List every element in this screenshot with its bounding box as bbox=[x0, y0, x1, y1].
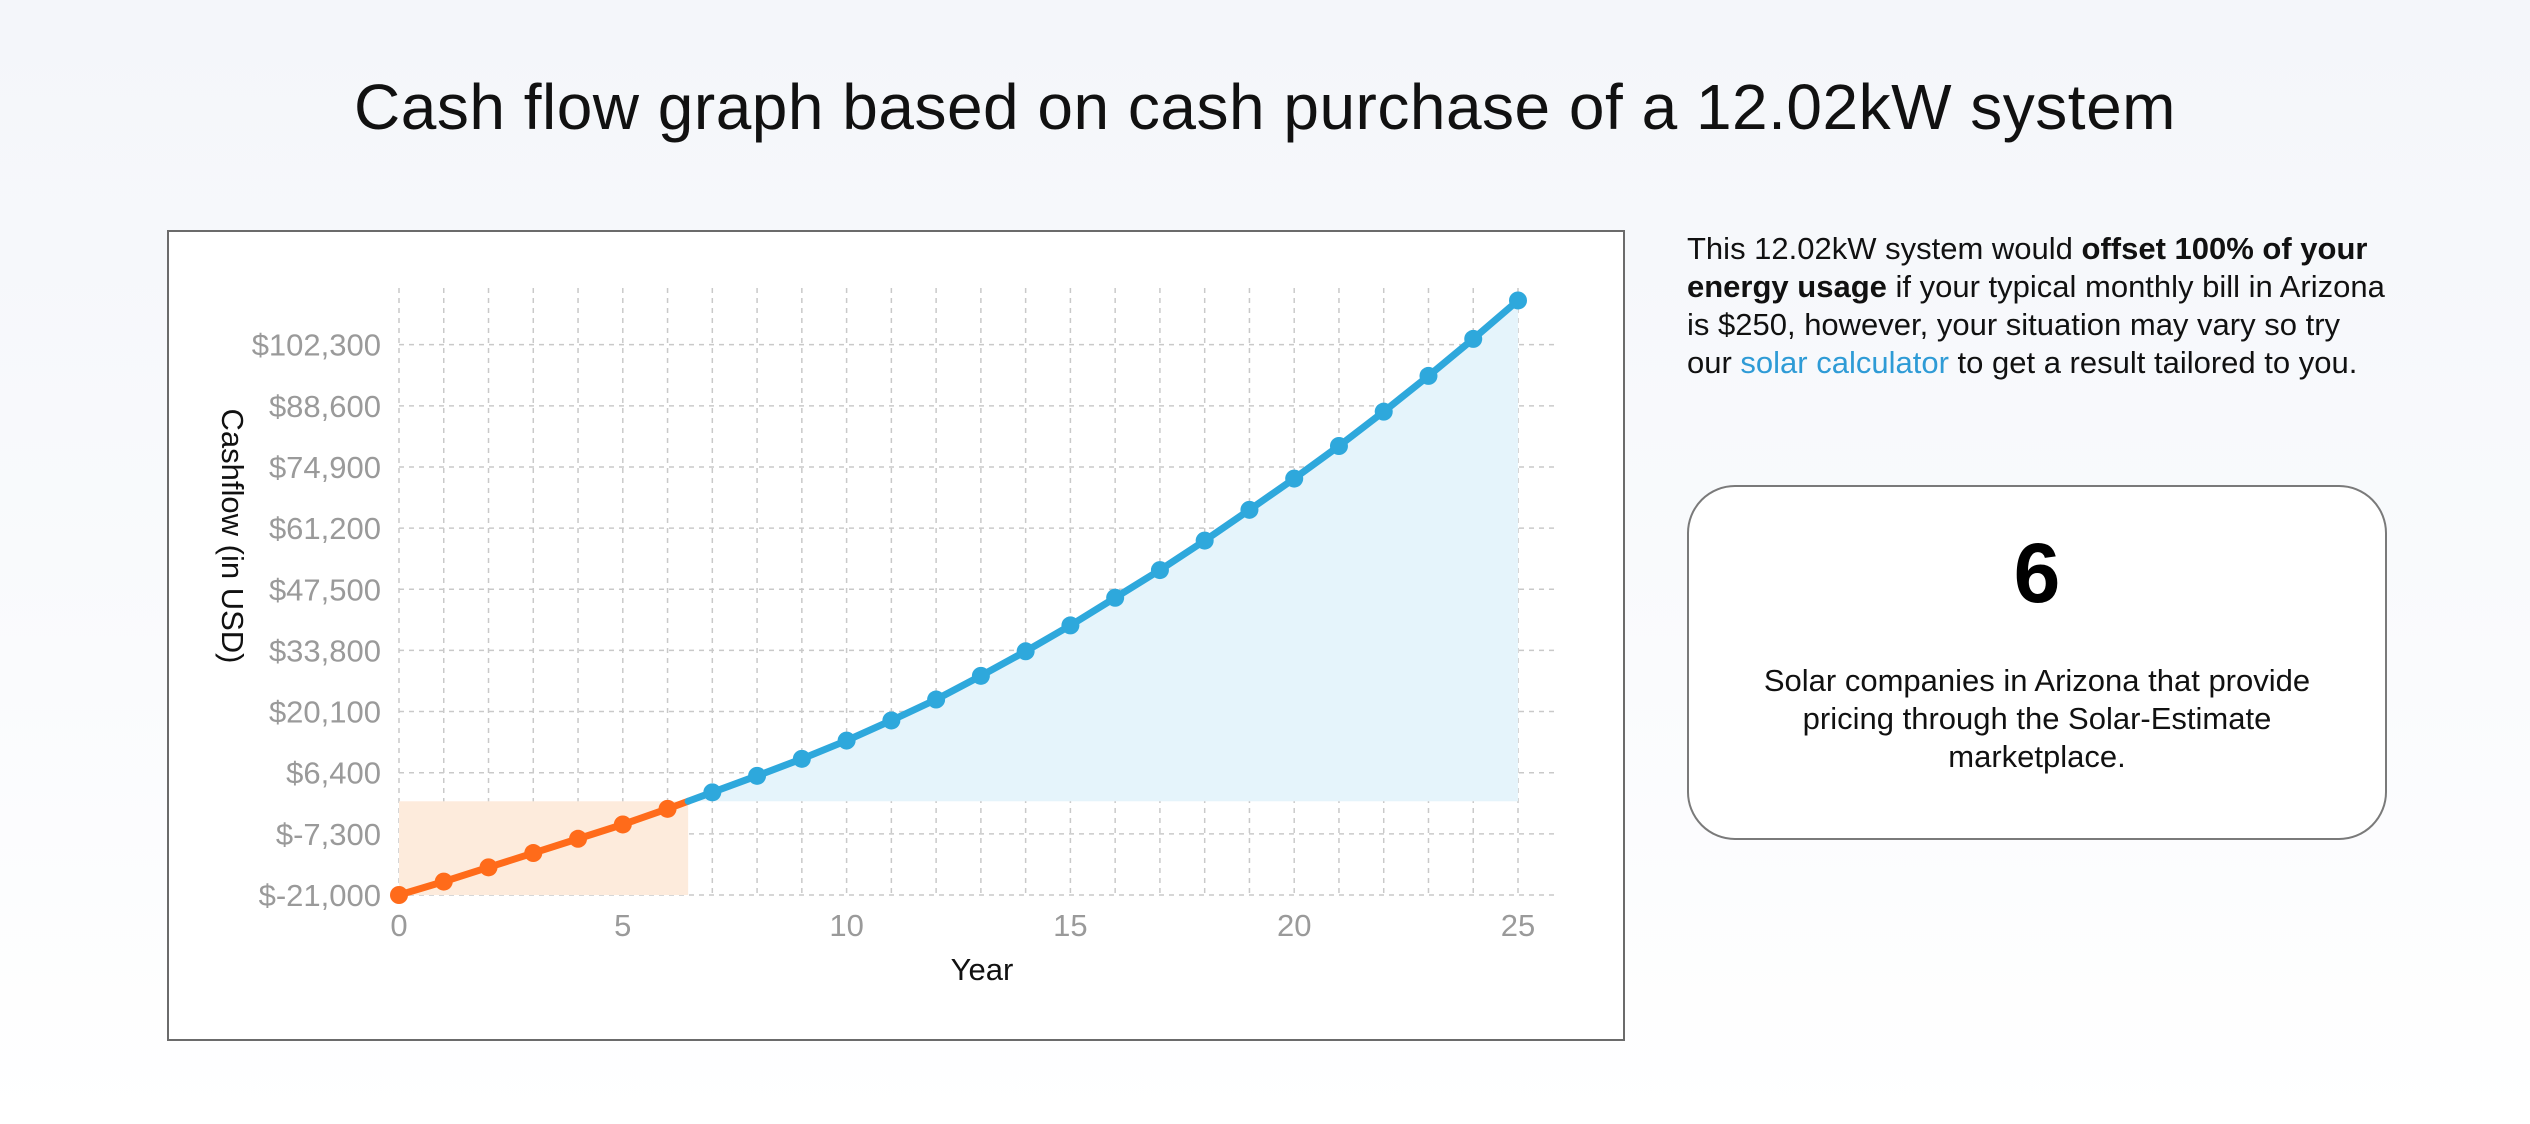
area-layer bbox=[399, 300, 1518, 895]
solar-calculator-link[interactable]: solar calculator bbox=[1740, 345, 1948, 380]
y-axis-ticks: $-21,000 $-7,300 $6,400 $20,100 $33,800 $47,5… bbox=[252, 328, 381, 913]
data-point bbox=[1285, 469, 1304, 488]
y-tick-label: $20,100 bbox=[269, 695, 381, 730]
y-tick-label: $-21,000 bbox=[259, 878, 381, 913]
companies-stat-card: 6 Solar companies in Arizona that provid… bbox=[1687, 485, 2387, 840]
data-point bbox=[434, 872, 453, 891]
data-point bbox=[703, 783, 722, 802]
description-text: This 12.02kW system would offset 100% of… bbox=[1687, 230, 2387, 382]
data-point bbox=[1061, 616, 1080, 635]
cashflow-chart: $-21,000 $-7,300 $6,400 $20,100 $33,800 $47,5… bbox=[167, 230, 1625, 1041]
description-part-3: to get a result tailored to you. bbox=[1948, 345, 2358, 380]
data-point bbox=[1016, 642, 1035, 661]
data-point bbox=[479, 858, 498, 877]
x-axis-ticks: 0 5 10 15 20 25 bbox=[390, 908, 1535, 943]
data-point bbox=[1150, 561, 1169, 580]
description-part-1: This 12.02kW system would bbox=[1687, 231, 2082, 266]
page-title: Cash flow graph based on cash purchase o… bbox=[354, 71, 2176, 143]
y-tick-label: $33,800 bbox=[269, 633, 381, 668]
data-point bbox=[792, 749, 811, 768]
data-point bbox=[1464, 329, 1483, 348]
y-tick-label: $102,300 bbox=[252, 328, 381, 363]
companies-caption: Solar companies in Arizona that provide … bbox=[1763, 663, 2311, 774]
y-tick-label: $47,500 bbox=[269, 572, 381, 607]
data-point bbox=[748, 766, 767, 785]
data-point bbox=[1106, 588, 1125, 607]
positive-area bbox=[688, 300, 1518, 802]
y-tick-label: $61,200 bbox=[269, 511, 381, 546]
y-tick-label: $-7,300 bbox=[276, 817, 381, 852]
x-tick-label: 5 bbox=[614, 908, 631, 943]
data-point bbox=[1329, 436, 1348, 455]
data-point bbox=[524, 844, 543, 863]
data-point bbox=[837, 731, 856, 750]
y-tick-label: $88,600 bbox=[269, 389, 381, 424]
data-point bbox=[1509, 291, 1527, 310]
data-point bbox=[927, 690, 946, 709]
data-point bbox=[1374, 402, 1393, 421]
x-tick-label: 20 bbox=[1277, 908, 1311, 943]
y-tick-label: $74,900 bbox=[269, 450, 381, 485]
companies-count: 6 bbox=[2013, 526, 2061, 620]
data-point bbox=[390, 886, 408, 904]
chart-canvas: $-21,000 $-7,300 $6,400 $20,100 $33,800 $47,5… bbox=[215, 288, 1558, 987]
data-point bbox=[569, 829, 588, 848]
data-point bbox=[971, 666, 990, 685]
x-tick-label: 10 bbox=[829, 908, 863, 943]
data-point bbox=[1240, 500, 1259, 519]
y-axis-title: Cashflow (in USD) bbox=[215, 409, 250, 664]
data-point bbox=[1195, 531, 1214, 550]
data-point bbox=[1419, 366, 1438, 385]
data-point bbox=[882, 711, 901, 730]
data-point bbox=[613, 815, 632, 834]
x-tick-label: 0 bbox=[390, 908, 407, 943]
x-tick-label: 25 bbox=[1501, 908, 1535, 943]
system-description: This 12.02kW system would offset 100% of… bbox=[1687, 230, 2387, 382]
x-axis-title: Year bbox=[951, 952, 1014, 987]
y-tick-label: $6,400 bbox=[286, 756, 381, 791]
data-point bbox=[658, 799, 677, 818]
x-tick-label: 15 bbox=[1053, 908, 1087, 943]
